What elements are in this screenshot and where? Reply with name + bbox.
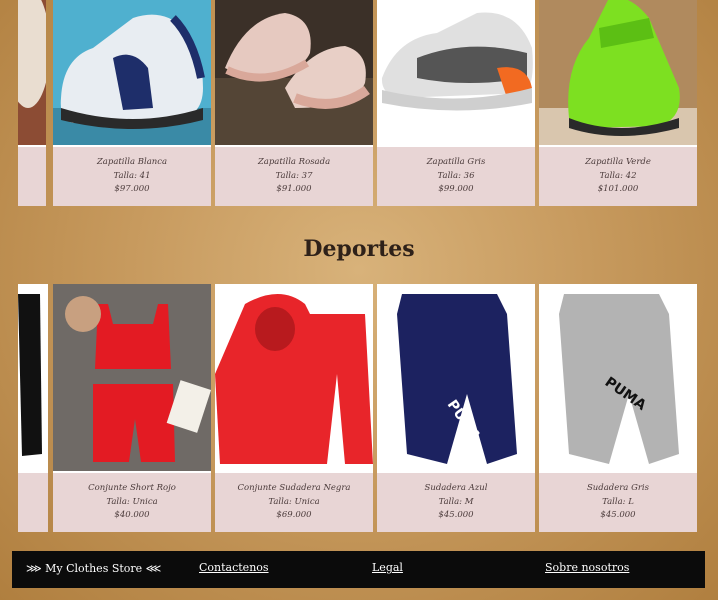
product-name: Zapatilla Verde [585,157,651,168]
shoe-image [53,0,211,145]
product-image [18,284,48,471]
apparel-image [53,284,211,471]
product-size: Talla: Unica [268,496,320,507]
product-price: $40.000 [114,510,150,521]
product-card[interactable]: PUMA Sudadera Azul Talla: M $45.000 [377,284,535,532]
product-card[interactable]: Zapatilla Verde Talla: 42 $101.000 [539,0,697,206]
product-info [18,473,48,532]
product-price: $45.000 [438,510,474,521]
product-name: Zapatilla Gris [426,157,486,168]
product-info: Conjunte Short Rojo Talla: Unica $40.000 [53,473,211,532]
apparel-image [215,284,373,471]
shoe-image [377,0,535,145]
product-card-partial[interactable] [18,0,46,206]
product-card[interactable]: Conjunte Short Rojo Talla: Unica $40.000 [53,284,211,532]
footer-link-contact[interactable]: Contactenos [199,561,269,574]
product-name: Conjunte Short Rojo [88,483,176,494]
footer-link-about[interactable]: Sobre nosotros [545,561,629,574]
product-info: Sudadera Azul Talla: M $45.000 [377,473,535,532]
product-size: Talla: M [438,496,474,507]
product-card[interactable]: PUMA Sudadera Gris Talla: L $45.000 [539,284,697,532]
product-name: Sudadera Gris [586,483,650,494]
product-card[interactable]: Zapatilla Gris Talla: 36 $99.000 [377,0,535,206]
product-size: Talla: Unica [106,496,158,507]
apparel-image: PUMA [539,284,697,471]
footer-brand: ⋙ My Clothes Store ⋘ [26,562,162,575]
product-info: Zapatilla Rosada Talla: 37 $91.000 [215,147,373,206]
product-price: $101.000 [597,184,639,195]
product-name: Conjunte Sudadera Negra [237,483,351,494]
apparel-image: PUMA [377,284,535,471]
product-name: Sudadera Azul [424,483,488,494]
footer: ⋙ My Clothes Store ⋘ Contactenos Legal S… [12,551,705,588]
product-price: $91.000 [276,184,312,195]
product-size: Talla: 42 [599,170,637,181]
product-size: Talla: 37 [275,170,313,181]
product-info: Conjunte Sudadera Negra Talla: Unica $69… [215,473,373,532]
product-size: Talla: 36 [437,170,475,181]
product-price: $69.000 [276,510,312,521]
section-title: Deportes [303,236,415,262]
shoe-image [539,0,697,145]
product-size: Talla: L [602,496,634,507]
product-card[interactable]: Zapatilla Rosada Talla: 37 $91.000 [215,0,373,206]
product-card[interactable]: Zapatilla Blanca Talla: 41 $97.000 [53,0,211,206]
product-info: Zapatilla Verde Talla: 42 $101.000 [539,147,697,206]
shoes-carousel: Zapatilla Blanca Talla: 41 $97.000 Zapat… [18,0,698,206]
product-price: $97.000 [114,184,150,195]
product-size: Talla: 41 [113,170,151,181]
product-price: $99.000 [438,184,474,195]
product-card-partial[interactable] [18,284,48,532]
product-info: Zapatilla Blanca Talla: 41 $97.000 [53,147,211,206]
product-price: $45.000 [600,510,636,521]
product-card[interactable]: Conjunte Sudadera Negra Talla: Unica $69… [215,284,373,532]
product-info: Zapatilla Gris Talla: 36 $99.000 [377,147,535,206]
product-info: Sudadera Gris Talla: L $45.000 [539,473,697,532]
product-name: Zapatilla Rosada [257,157,331,168]
product-image [18,0,46,145]
product-info [18,147,46,206]
footer-link-legal[interactable]: Legal [372,561,403,574]
sports-carousel: Conjunte Short Rojo Talla: Unica $40.000… [18,284,698,532]
product-name: Zapatilla Blanca [96,157,168,168]
shoe-image [215,0,373,145]
